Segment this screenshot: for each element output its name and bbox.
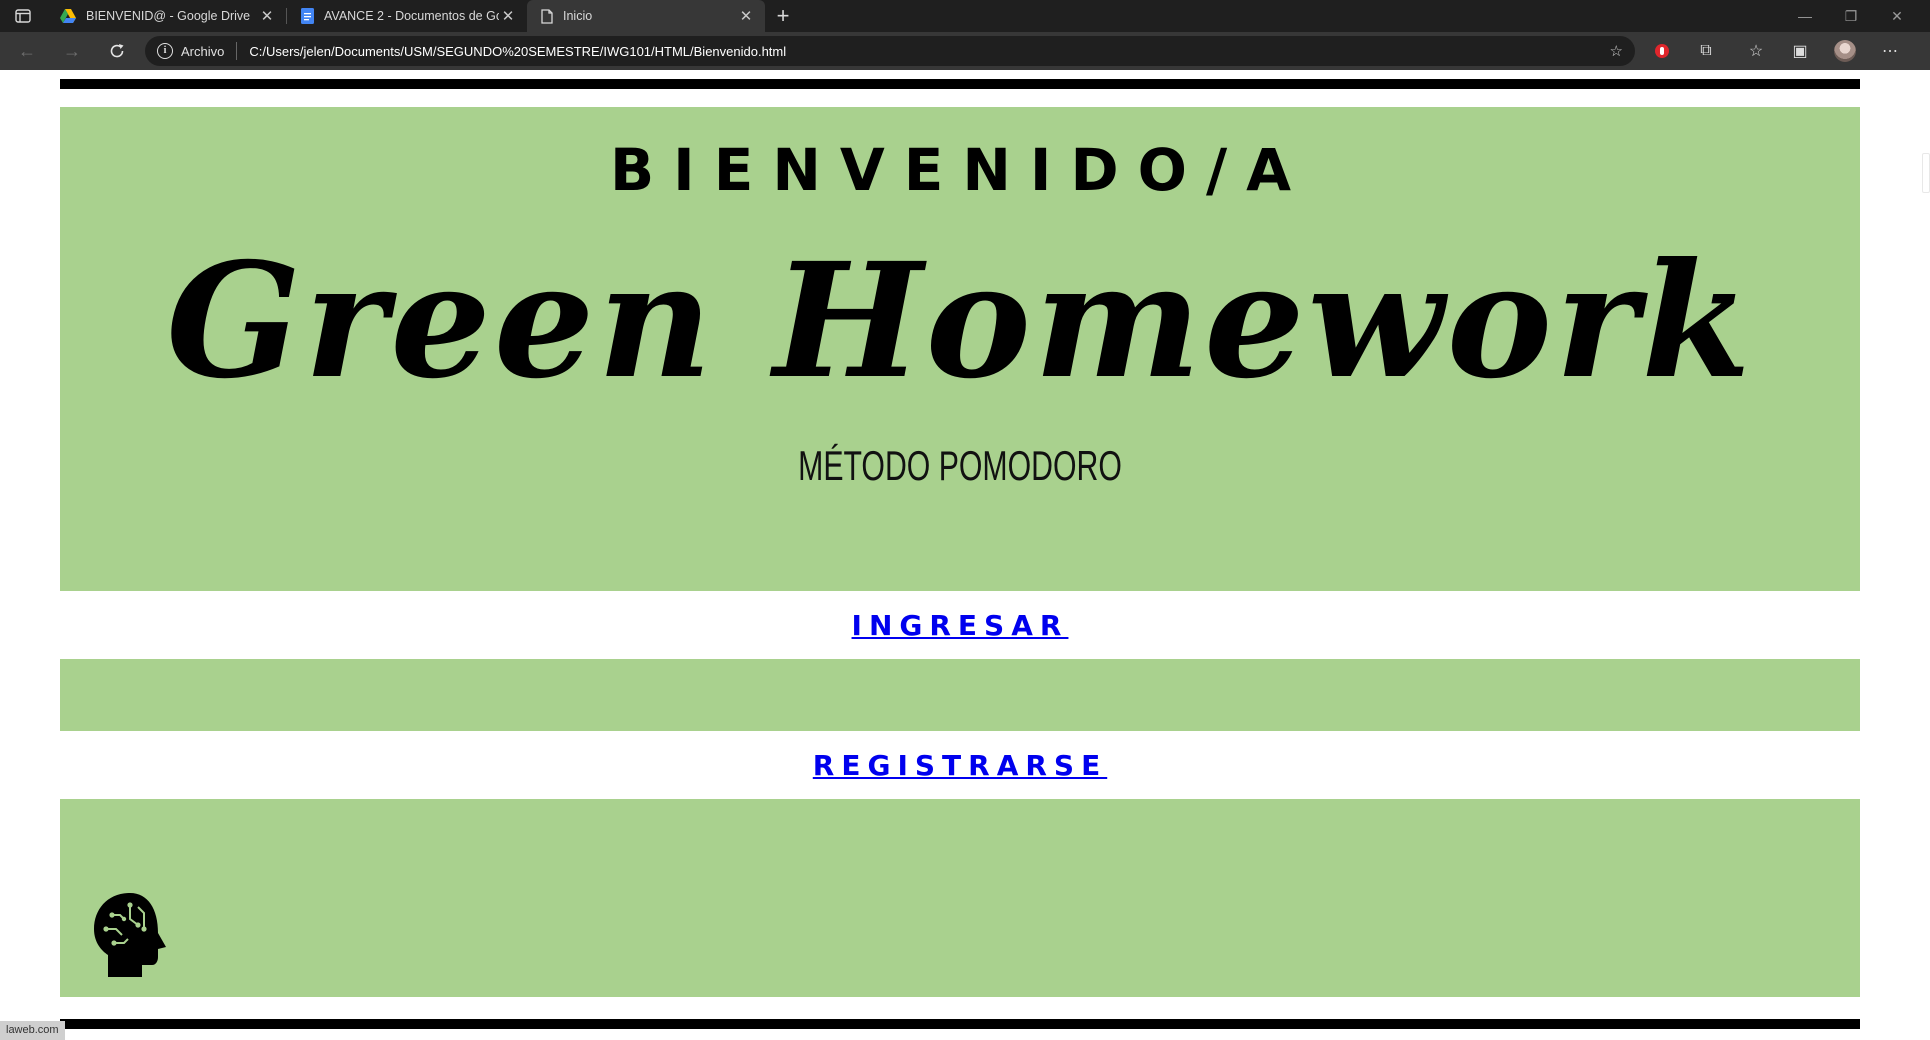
tab-title: AVANCE 2 - Documentos de Google: [324, 9, 499, 23]
favorites-icon[interactable]: ☆: [1742, 38, 1770, 64]
browser-tab-bar: BIENVENID@ - Google Drive ✕ AVANCE 2 - D…: [0, 0, 1930, 32]
address-bar[interactable]: i Archivo C:/Users/jelen/Documents/USM/S…: [145, 36, 1635, 66]
tab-title: BIENVENID@ - Google Drive: [86, 9, 251, 23]
tab-actions-icon[interactable]: [12, 6, 34, 26]
collections-icon[interactable]: ▣: [1786, 38, 1814, 64]
close-tab-icon[interactable]: ✕: [737, 7, 755, 25]
tab-google-drive[interactable]: BIENVENID@ - Google Drive ✕: [46, 0, 286, 32]
footer-banner: [60, 799, 1860, 997]
back-arrow-icon[interactable]: ←: [12, 37, 42, 65]
register-link[interactable]: REGISTRARSE: [60, 746, 1860, 786]
tab-google-docs[interactable]: AVANCE 2 - Documentos de Google ✕: [287, 0, 527, 32]
tab-title: Inicio: [563, 9, 593, 23]
scheme-label: Archivo: [181, 43, 225, 59]
site-info-icon[interactable]: i: [157, 43, 173, 59]
browser-toolbar: ← → i Archivo C:/Users/jelen/Documents/U…: [0, 32, 1930, 70]
welcome-heading: BIENVENIDO/A: [609, 136, 1311, 204]
top-divider-bar: [60, 79, 1860, 89]
hero-banner: BIENVENIDO/A Green Homework MÉTODO POMOD…: [60, 107, 1860, 591]
forward-arrow-icon[interactable]: →: [57, 37, 87, 65]
page-viewport: BIENVENIDO/A Green Homework MÉTODO POMOD…: [0, 70, 1918, 1040]
add-favorite-icon[interactable]: ☆: [1610, 42, 1623, 60]
new-tab-icon[interactable]: +: [770, 3, 796, 29]
tab-inicio[interactable]: Inicio ✕: [527, 0, 765, 32]
page-icon: [541, 8, 553, 24]
url-text[interactable]: C:/Users/jelen/Documents/USM/SEGUNDO%20S…: [249, 44, 786, 59]
login-link[interactable]: INGRESAR: [60, 606, 1860, 646]
restore-icon[interactable]: ❐: [1828, 0, 1874, 32]
site-title: Green Homework: [166, 229, 1754, 414]
brain-circuit-head-icon: [94, 893, 166, 977]
bottom-divider-bar: [60, 1019, 1860, 1029]
vertical-scrollbar[interactable]: [1918, 70, 1930, 1040]
site-subtitle: MÉTODO POMODORO: [798, 442, 1122, 489]
minimize-icon[interactable]: —: [1782, 0, 1828, 32]
scrollbar-thumb[interactable]: [1922, 153, 1930, 193]
google-drive-icon: [60, 9, 76, 23]
close-tab-icon[interactable]: ✕: [499, 7, 517, 25]
google-docs-icon: [301, 8, 314, 24]
divider: [236, 42, 238, 60]
refresh-icon[interactable]: [102, 37, 132, 65]
extension-red-icon[interactable]: [1648, 38, 1676, 64]
profile-avatar[interactable]: [1834, 40, 1856, 62]
close-window-icon[interactable]: ✕: [1874, 0, 1920, 32]
status-bar: laweb.com: [0, 1021, 65, 1040]
extensions-puzzle-icon[interactable]: ⧉: [1692, 38, 1720, 64]
green-spacer: [60, 659, 1860, 731]
more-options-icon[interactable]: ⋯: [1876, 38, 1904, 64]
close-tab-icon[interactable]: ✕: [258, 7, 276, 25]
